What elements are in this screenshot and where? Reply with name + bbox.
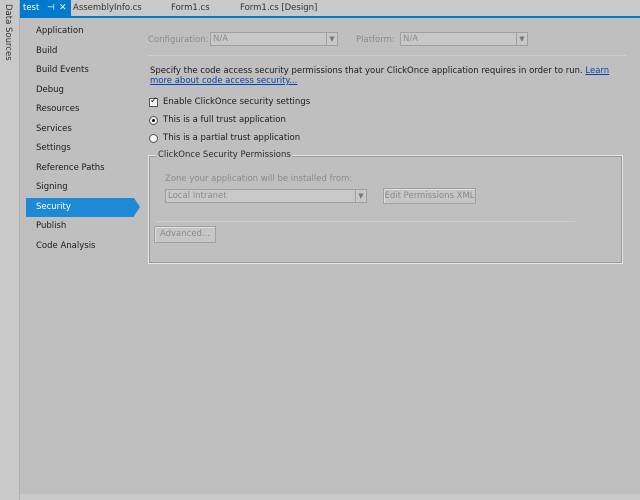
platform-select[interactable]: N/A ▼ bbox=[400, 32, 528, 46]
zone-select[interactable]: Local Intranet ▼ bbox=[165, 189, 367, 203]
divider bbox=[148, 55, 626, 56]
tab-form1-cs[interactable]: Form1.cs bbox=[171, 0, 210, 16]
group-title: ClickOnce Security Permissions bbox=[156, 150, 293, 160]
nav-item-debug[interactable]: Debug bbox=[26, 81, 134, 101]
data-sources-tab[interactable]: Data Sources bbox=[3, 4, 13, 61]
nav-item-label: Build bbox=[36, 45, 58, 56]
nav-item-label: Debug bbox=[36, 84, 64, 95]
nav-item-signing[interactable]: Signing bbox=[26, 178, 134, 198]
property-nav: Application Build Build Events Debug Res… bbox=[26, 22, 140, 257]
enable-clickonce-checkbox[interactable]: ✓ bbox=[149, 96, 158, 107]
project-properties-page: Application Build Build Events Debug Res… bbox=[20, 18, 640, 494]
clickonce-permissions-group bbox=[148, 155, 623, 264]
group-divider bbox=[155, 221, 575, 222]
nav-item-services[interactable]: Services bbox=[26, 120, 134, 140]
nav-item-code-analysis[interactable]: Code Analysis bbox=[26, 237, 134, 257]
partial-trust-radio[interactable] bbox=[149, 134, 158, 143]
tab-assemblyinfo[interactable]: AssemblyInfo.cs bbox=[73, 0, 142, 16]
configuration-select[interactable]: N/A ▼ bbox=[210, 32, 338, 46]
edit-permissions-xml-button[interactable]: Edit Permissions XML bbox=[383, 188, 476, 204]
tab-test[interactable]: test ⊣ ✕ bbox=[20, 0, 71, 16]
checkmark-icon: ✓ bbox=[150, 96, 158, 106]
nav-item-label: Application bbox=[36, 26, 84, 36]
pin-icon[interactable]: ⊣ bbox=[47, 0, 55, 16]
description-text: Specify the code access security permiss… bbox=[150, 66, 583, 76]
nav-item-build[interactable]: Build bbox=[26, 42, 134, 62]
full-trust-radio[interactable] bbox=[149, 116, 158, 125]
nav-item-settings[interactable]: Settings bbox=[26, 139, 134, 159]
nav-item-application[interactable]: Application bbox=[26, 22, 134, 42]
nav-item-label: Build Events bbox=[36, 65, 89, 75]
tab-form1-design[interactable]: Form1.cs [Design] bbox=[240, 0, 317, 16]
partial-trust-label: This is a partial trust application bbox=[163, 133, 301, 143]
enable-clickonce-label: Enable ClickOnce security settings bbox=[163, 97, 311, 107]
nav-item-security[interactable]: Security bbox=[26, 197, 140, 217]
nav-item-label: Signing bbox=[36, 182, 68, 192]
nav-item-publish[interactable]: Publish bbox=[26, 217, 134, 237]
nav-item-label: Resources bbox=[36, 104, 80, 114]
radio-dot-icon bbox=[152, 119, 155, 122]
chevron-down-icon: ▼ bbox=[326, 33, 337, 45]
bottom-bar bbox=[20, 494, 640, 500]
nav-item-build-events[interactable]: Build Events bbox=[26, 61, 134, 81]
chevron-down-icon: ▼ bbox=[516, 33, 527, 45]
chevron-down-icon: ▼ bbox=[355, 190, 366, 202]
zone-value: Local Intranet bbox=[168, 191, 227, 201]
configuration-value: N/A bbox=[213, 34, 229, 44]
configuration-label: Configuration: bbox=[148, 35, 209, 45]
document-tab-strip: test ⊣ ✕ AssemblyInfo.cs Form1.cs Form1.… bbox=[20, 0, 640, 18]
nav-item-resources[interactable]: Resources bbox=[26, 100, 134, 120]
nav-item-label: Services bbox=[36, 123, 72, 134]
close-icon[interactable]: ✕ bbox=[59, 0, 67, 16]
nav-item-label: Reference Paths bbox=[36, 162, 105, 173]
nav-item-label: Code Analysis bbox=[36, 240, 96, 251]
nav-item-label: Publish bbox=[36, 221, 67, 231]
advanced-button[interactable]: Advanced... bbox=[154, 226, 216, 243]
nav-item-label: Settings bbox=[36, 143, 71, 153]
platform-label: Platform: bbox=[356, 35, 395, 45]
left-tool-strip: Data Sources bbox=[0, 0, 20, 500]
full-trust-label: This is a full trust application bbox=[163, 115, 286, 125]
security-description: Specify the code access security permiss… bbox=[150, 66, 620, 86]
nav-item-label: Security bbox=[36, 201, 71, 212]
tab-label: test bbox=[23, 3, 40, 13]
nav-item-reference-paths[interactable]: Reference Paths bbox=[26, 159, 134, 179]
platform-value: N/A bbox=[403, 34, 419, 44]
zone-label: Zone your application will be installed … bbox=[165, 174, 353, 184]
